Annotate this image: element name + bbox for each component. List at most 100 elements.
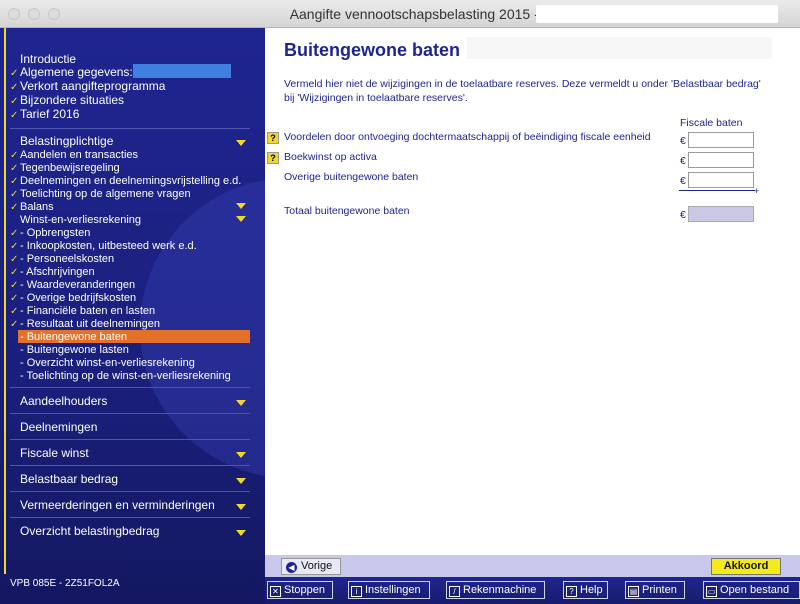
printer-icon: ▤ <box>628 586 639 597</box>
calculator-button[interactable]: / Rekenmachine <box>446 581 545 599</box>
row-label: Boekwinst op activa <box>284 151 377 163</box>
main-content: Buitengewone baten Vermeld hier niet de … <box>265 28 800 555</box>
check-icon: ✓ <box>10 241 19 252</box>
chevron-down-icon[interactable] <box>236 504 246 510</box>
chevron-down-icon[interactable] <box>236 400 246 406</box>
nav-tarief[interactable]: ✓ Tarief 2016 <box>10 108 79 122</box>
help-icon: ? <box>566 586 577 597</box>
nav-item[interactable]: ✓ Aandelen en transacties <box>10 149 138 162</box>
previous-button[interactable]: ◀ Vorige <box>281 558 341 575</box>
overige-baten-input[interactable] <box>688 172 754 188</box>
nav-item[interactable]: ✓ - Personeelskosten <box>10 253 114 266</box>
page-title: Buitengewone baten <box>284 40 461 60</box>
check-icon: ✓ <box>10 176 19 187</box>
calculator-icon: / <box>449 586 460 597</box>
nav-item[interactable]: ✓ Tegenbewijsregeling <box>10 162 120 175</box>
check-icon: ✓ <box>10 150 19 161</box>
chevron-down-icon[interactable] <box>236 216 246 222</box>
info-icon: i <box>351 586 362 597</box>
nav-algemene-gegevens[interactable]: ✓ Algemene gegevens: <box>10 66 133 80</box>
open-label: Open bestand <box>720 584 790 596</box>
nav-item[interactable]: ✓ Deelnemingen en deelnemingsvrijstelling… <box>10 175 241 188</box>
calculator-label: Rekenmachine <box>463 584 537 596</box>
title-box <box>467 37 772 59</box>
divider <box>10 413 250 414</box>
nav-item[interactable]: ✓ - Overige bedrijfskosten <box>10 292 136 305</box>
nav-item[interactable]: - Toelichting op de winst-en-verliesreke… <box>10 370 231 383</box>
sidebar-accent-line <box>4 28 6 574</box>
nav-belastbaar-bedrag[interactable]: Belastbaar bedrag <box>10 473 118 486</box>
nav-item[interactable]: ✓ - Afschrijvingen <box>10 266 95 279</box>
divider <box>10 491 250 492</box>
previous-label: Vorige <box>301 560 333 572</box>
akkoord-button[interactable]: Akkoord <box>711 558 781 575</box>
check-icon: ✓ <box>10 228 19 239</box>
check-icon: ✓ <box>10 306 19 317</box>
euro-sign: € <box>680 155 686 167</box>
open-file-button[interactable]: ▭ Open bestand <box>703 581 800 599</box>
close-icon: ✕ <box>270 586 281 597</box>
check-icon: ✓ <box>10 293 19 304</box>
stop-label: Stoppen <box>284 584 325 596</box>
check-icon: ✓ <box>10 96 19 107</box>
sum-line <box>679 190 755 191</box>
print-label: Printen <box>642 584 677 596</box>
chevron-down-icon[interactable] <box>236 452 246 458</box>
help-button[interactable]: ? Help <box>563 581 608 599</box>
nav-deelnemingen[interactable]: Deelnemingen <box>10 421 97 434</box>
check-icon: ✓ <box>10 280 19 291</box>
chevron-down-icon[interactable] <box>236 530 246 536</box>
settings-label: Instellingen <box>365 584 421 596</box>
check-icon: ✓ <box>10 163 19 174</box>
help-icon[interactable]: ? <box>267 132 279 144</box>
nav-bijzondere[interactable]: ✓ Bijzondere situaties <box>10 94 124 108</box>
check-icon: ✓ <box>10 82 19 93</box>
nav-item[interactable]: ✓ Toelichting op de algemene vragen <box>10 188 191 201</box>
nav-vermeerderingen[interactable]: Vermeerderingen en verminderingen <box>10 499 215 512</box>
check-icon: ✓ <box>10 202 19 213</box>
title-field <box>536 5 778 23</box>
euro-sign: € <box>680 209 686 221</box>
chevron-down-icon[interactable] <box>236 140 246 146</box>
nav-item-active[interactable]: - Buitengewone baten <box>10 331 127 344</box>
nav-overzicht-belastingbedrag[interactable]: Overzicht belastingbedrag <box>10 525 159 538</box>
row-label: Overige buitengewone baten <box>284 171 419 183</box>
window-titlebar: Aangifte vennootschapsbelasting 2015 - B… <box>0 0 800 28</box>
check-icon: ✓ <box>10 68 19 79</box>
nav-item[interactable]: - Overzicht winst-en-verliesrekening <box>10 357 195 370</box>
footer-bar: ◀ Vorige Akkoord <box>265 555 800 577</box>
nav-item[interactable]: ✓ - Opbrengsten <box>10 227 90 240</box>
nav-belastingplichtige[interactable]: Belastingplichtige <box>10 135 113 148</box>
total-label: Totaal buitengewone baten <box>284 205 410 217</box>
sidebar: Introductie ✓ Algemene gegevens: ✓ Verkort… <box>0 28 265 604</box>
euro-sign: € <box>680 135 686 147</box>
euro-sign: € <box>680 175 686 187</box>
nav-item[interactable]: ✓ - Inkoopkosten, uitbesteed werk e.d. <box>10 240 197 253</box>
chevron-down-icon[interactable] <box>236 203 246 209</box>
print-button[interactable]: ▤ Printen <box>625 581 685 599</box>
divider <box>10 465 250 466</box>
check-icon: ✓ <box>10 110 19 121</box>
help-icon[interactable]: ? <box>267 152 279 164</box>
plus-sign: + <box>754 186 760 196</box>
nav-verkort[interactable]: ✓ Verkort aangifteprogramma <box>10 80 165 94</box>
settings-button[interactable]: i Instellingen <box>348 581 430 599</box>
nav-item[interactable]: ✓ - Financiële baten en lasten <box>10 305 155 318</box>
nav-aandeelhouders[interactable]: Aandeelhouders <box>10 395 107 408</box>
back-arrow-icon: ◀ <box>286 562 297 573</box>
check-icon: ✓ <box>10 254 19 265</box>
stop-button[interactable]: ✕ Stoppen <box>267 581 333 599</box>
nav-fiscale-winst[interactable]: Fiscale winst <box>10 447 89 460</box>
check-icon: ✓ <box>10 267 19 278</box>
divider <box>10 387 250 388</box>
boekwinst-input[interactable] <box>688 152 754 168</box>
nav-item[interactable]: ✓ - Waardeveranderingen <box>10 279 135 292</box>
nav-item[interactable]: ✓ Balans <box>10 201 54 214</box>
algemene-gegevens-value <box>133 64 231 78</box>
nav-item[interactable]: Winst-en-verliesrekening <box>10 214 141 227</box>
version-label: VPB 085E - 2Z51FOL2A <box>10 578 120 589</box>
help-label: Help <box>580 584 603 596</box>
ontvoeging-input[interactable] <box>688 132 754 148</box>
chevron-down-icon[interactable] <box>236 478 246 484</box>
nav-item[interactable]: - Buitengewone lasten <box>10 344 129 357</box>
